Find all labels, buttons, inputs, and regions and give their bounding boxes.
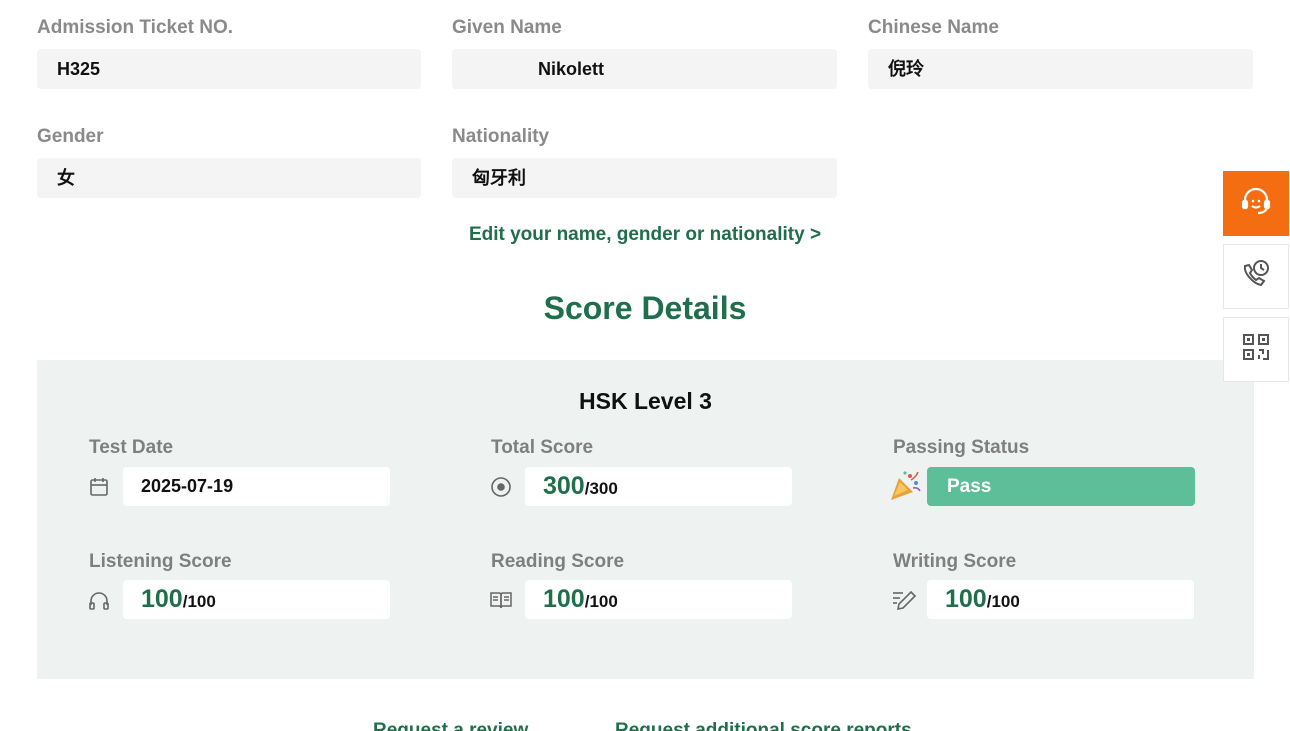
request-reports-link[interactable]: Request additional score reports [615,720,912,731]
calendar-icon [87,475,111,499]
nationality-field: 匈牙利 [452,158,837,198]
customer-service-button[interactable] [1223,171,1289,236]
qr-code-icon [1241,332,1271,367]
phone-hours-button[interactable] [1223,244,1289,309]
writing-score-max: /100 [986,592,1020,611]
writing-score-number: 100 [945,585,987,613]
listening-score-max: /100 [182,592,216,611]
total-score-number: 300 [543,472,585,500]
ticket-field: H325 [37,49,421,89]
listening-score-label: Listening Score [89,551,232,572]
book-icon [489,588,513,612]
test-date-value: 2025-07-19 [123,467,390,506]
gender-field: 女 [37,158,421,198]
total-score-value: 300/300 [525,467,792,506]
reading-score-value: 100/100 [525,580,792,619]
passing-status-label: Passing Status [893,437,1030,458]
writing-score-label: Writing Score [893,551,1017,572]
total-score-label: Total Score [491,437,594,458]
listening-score-value: 100/100 [123,580,390,619]
ticket-label: Admission Ticket NO. [37,17,234,38]
nationality-label: Nationality [452,126,550,147]
given-name-label: Given Name [452,17,562,38]
chinese-name-field: 倪玲 [868,49,1253,89]
phone-clock-icon [1239,257,1273,296]
reading-score-number: 100 [543,585,585,613]
score-panel: HSK Level 3 Test Date 2025-07-19 Total S… [37,360,1254,679]
customer-service-icon [1238,183,1274,224]
listening-score-number: 100 [141,585,183,613]
reading-score-max: /100 [584,592,618,611]
chinese-name-label: Chinese Name [868,17,999,38]
request-review-link[interactable]: Request a review [373,720,528,731]
edit-profile-link[interactable]: Edit your name, gender or nationality > [0,224,1290,246]
given-name-field: Nikolett [452,49,837,89]
level-title: HSK Level 3 [579,388,712,414]
party-popper-icon [888,469,922,503]
section-title: Score Details [543,290,747,326]
writing-score-value: 100/100 [927,580,1194,619]
pass-status-badge: Pass [927,467,1195,506]
target-icon [489,475,513,499]
total-score-max: /300 [584,479,618,498]
pencil-lines-icon [891,588,917,612]
qr-code-button[interactable] [1223,317,1289,382]
headphones-icon [87,589,111,613]
gender-label: Gender [37,126,104,147]
reading-score-label: Reading Score [491,551,625,572]
test-date-label: Test Date [89,437,174,458]
